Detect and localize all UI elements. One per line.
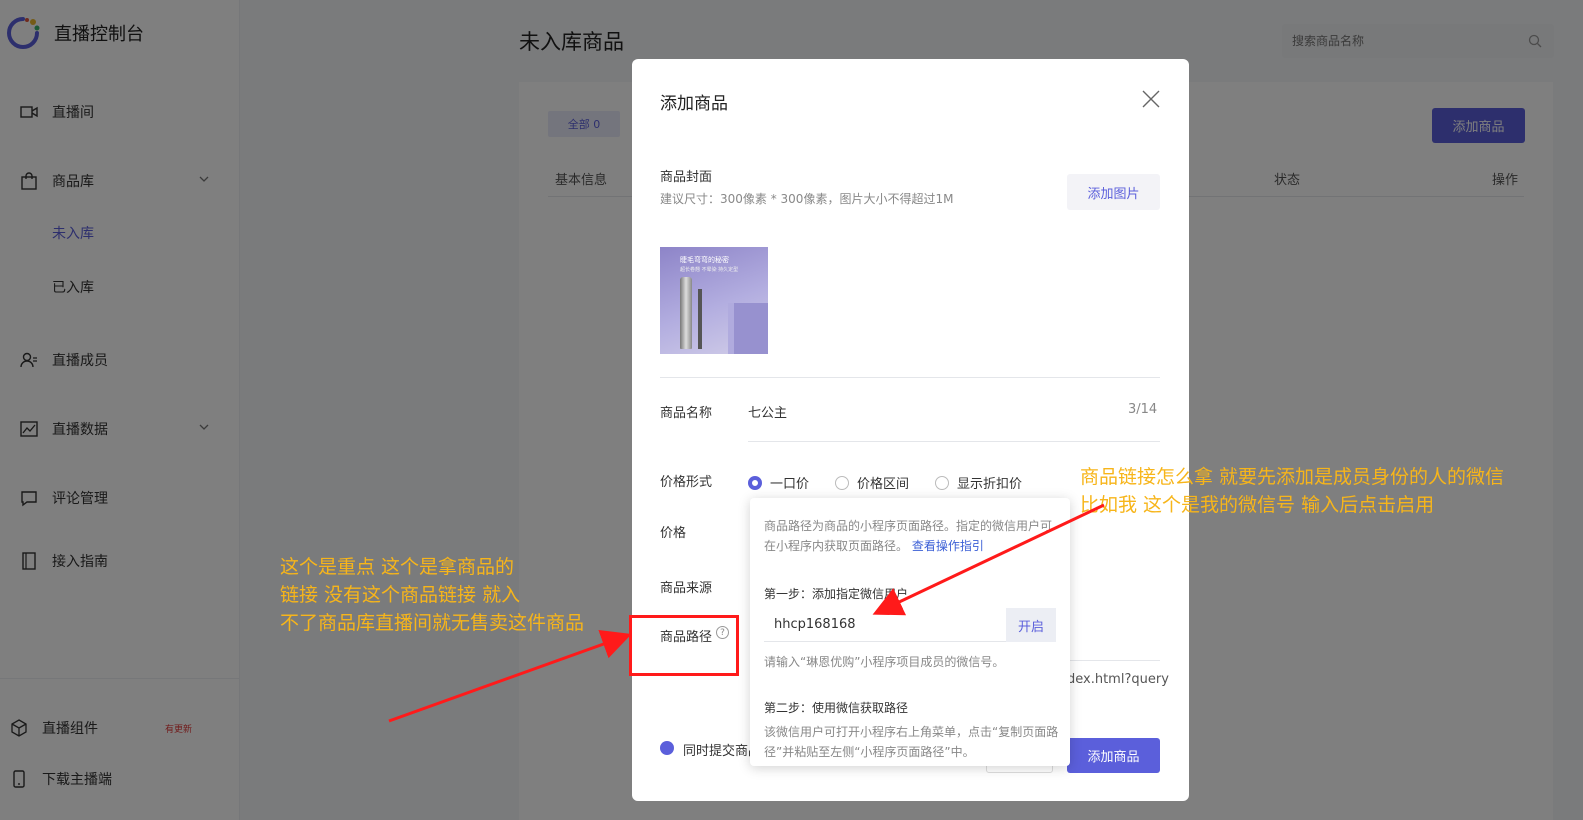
arrow-to-wechat-input <box>872 503 1105 616</box>
arrow-to-path-label <box>388 629 632 723</box>
annotation-arrows <box>388 503 1105 723</box>
